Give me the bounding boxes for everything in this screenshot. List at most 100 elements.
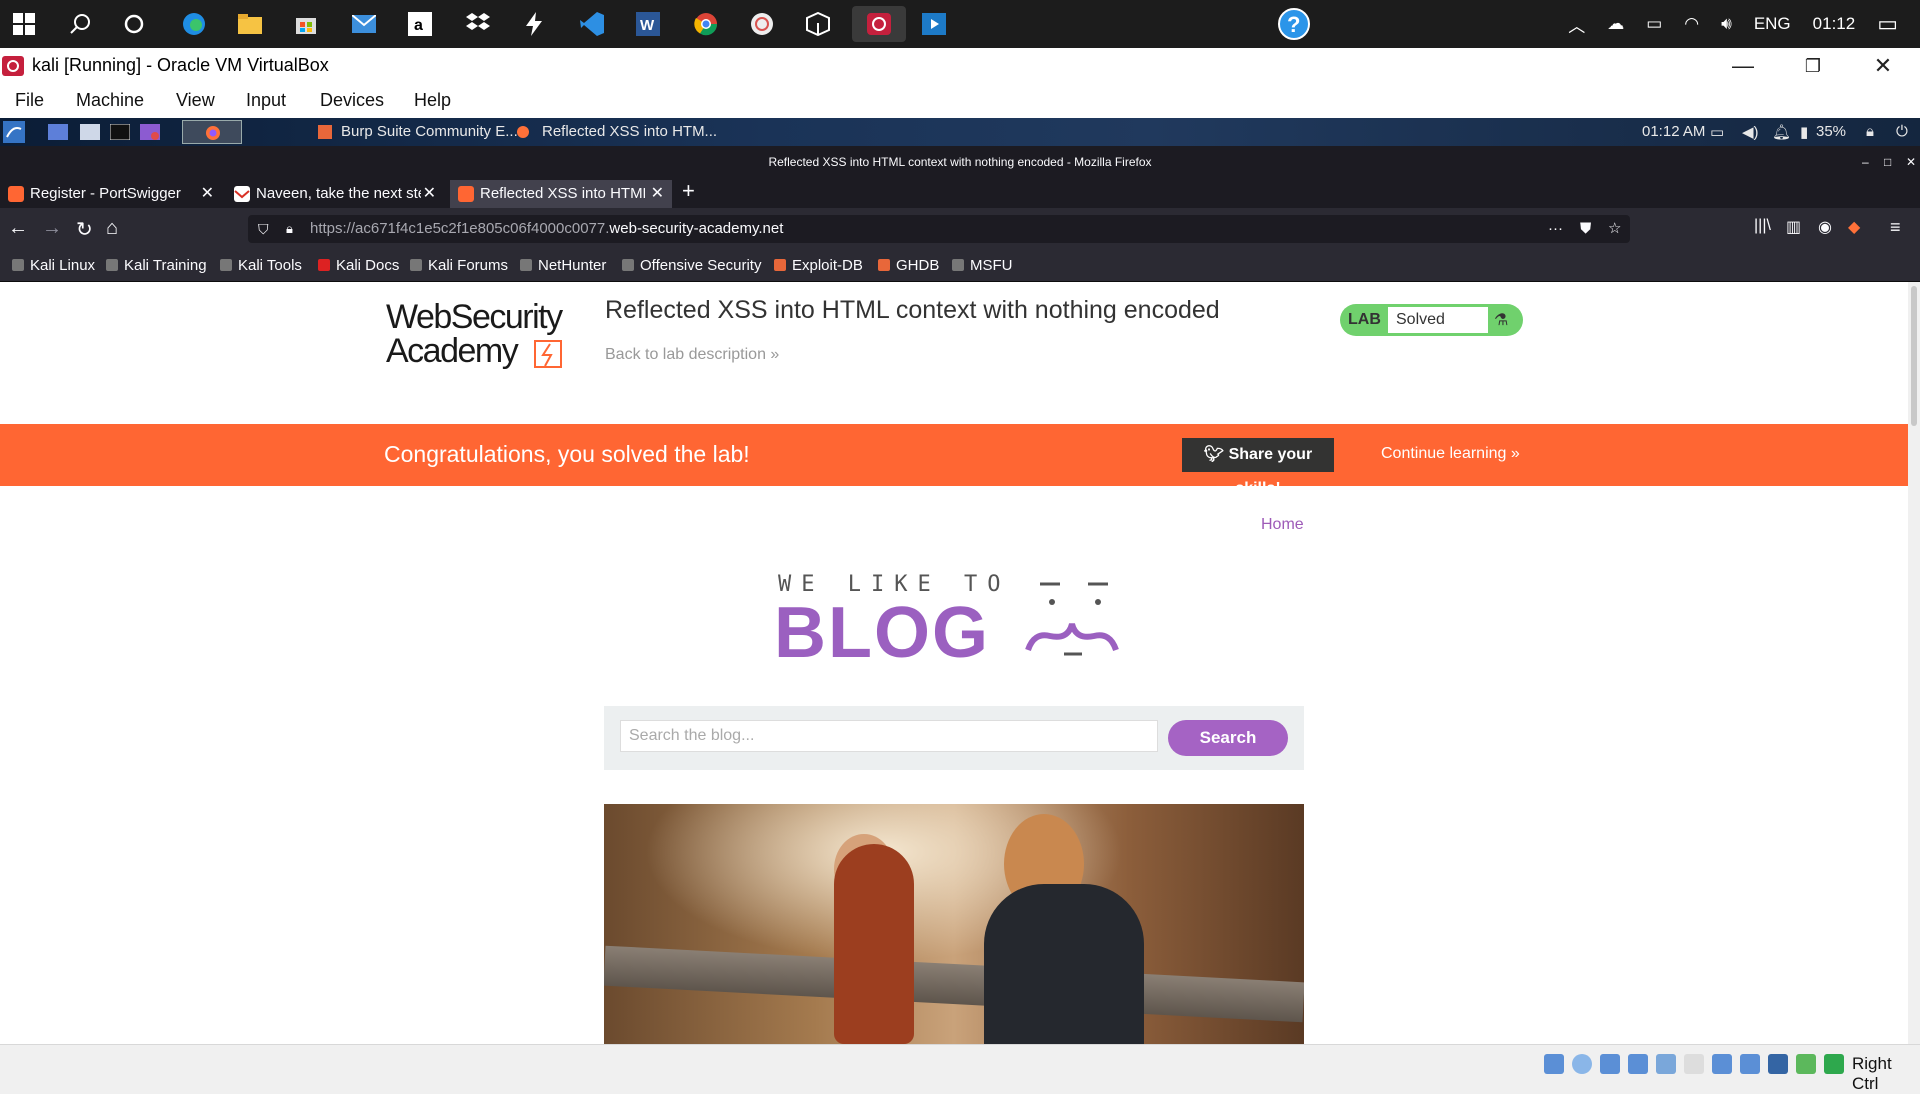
terminal-icon[interactable] bbox=[110, 124, 130, 140]
shared-folder-icon[interactable] bbox=[1684, 1054, 1704, 1074]
bookmark-kali-docs[interactable]: Kali Docs bbox=[318, 257, 399, 274]
usb-icon[interactable] bbox=[1656, 1054, 1676, 1074]
extension-icon[interactable]: ◆ bbox=[1848, 217, 1860, 237]
shield-icon[interactable]: ⛉ bbox=[258, 215, 269, 243]
chevron-up-icon[interactable]: ︿ bbox=[1568, 12, 1585, 37]
back-to-lab-description-link[interactable]: Back to lab description » bbox=[605, 346, 779, 364]
menu-input[interactable]: Input bbox=[246, 90, 286, 111]
volume-icon[interactable]: ◀) bbox=[1742, 123, 1759, 141]
bookmark-ghdb[interactable]: GHDB bbox=[878, 257, 939, 274]
share-skills-button[interactable]: 🐦︎ Share your skills! bbox=[1182, 438, 1334, 497]
home-icon[interactable]: ⌂ bbox=[106, 217, 118, 240]
url-bar[interactable]: ⛉ 🔒︎ https://ac671f4c1e5c2f1e805c06f4000… bbox=[248, 215, 1630, 243]
keyboard-icon[interactable] bbox=[1824, 1054, 1844, 1074]
menu-view[interactable]: View bbox=[176, 90, 215, 111]
windows-start-icon[interactable] bbox=[6, 6, 42, 42]
optical-drive-icon[interactable] bbox=[1572, 1054, 1592, 1074]
lock-icon[interactable]: 🔒︎ bbox=[286, 215, 293, 243]
menu-machine[interactable]: Machine bbox=[76, 90, 144, 111]
audio-icon[interactable] bbox=[1600, 1054, 1620, 1074]
cloud-icon[interactable]: ☁ bbox=[1607, 14, 1624, 34]
menu-help[interactable]: Help bbox=[414, 90, 451, 111]
screen-icon[interactable] bbox=[140, 124, 160, 140]
wifi-icon[interactable]: ◠ bbox=[1684, 14, 1699, 34]
lock-icon[interactable]: 🔒︎ bbox=[1866, 123, 1874, 140]
sidebar-icon[interactable]: ▥ bbox=[1786, 217, 1801, 237]
kali-menu-icon[interactable] bbox=[3, 121, 25, 143]
logout-icon[interactable]: ⏻ bbox=[1896, 123, 1908, 140]
ff-maximize-button[interactable]: □ bbox=[1884, 146, 1891, 178]
app-icon[interactable] bbox=[744, 6, 780, 42]
desktop-icon[interactable] bbox=[48, 124, 68, 140]
tab-reflected-xss[interactable]: Reflected XSS into HTML ✕ bbox=[450, 180, 672, 208]
media-icon[interactable] bbox=[916, 6, 952, 42]
bookmark-nethunter[interactable]: NetHunter bbox=[520, 257, 606, 274]
search-icon[interactable] bbox=[62, 6, 98, 42]
video-capture-icon[interactable] bbox=[1740, 1054, 1760, 1074]
ff-minimize-button[interactable]: – bbox=[1862, 146, 1869, 178]
pocket-icon[interactable]: ⛊ bbox=[1580, 215, 1591, 243]
bookmark-kali-linux[interactable]: Kali Linux bbox=[12, 257, 95, 274]
bookmark-kali-tools[interactable]: Kali Tools bbox=[220, 257, 302, 274]
minimize-button[interactable]: — bbox=[1720, 50, 1766, 82]
hamburger-menu-icon[interactable]: ≡ bbox=[1890, 217, 1901, 238]
mail-icon[interactable] bbox=[346, 6, 382, 42]
bookmark-kali-forums[interactable]: Kali Forums bbox=[410, 257, 508, 274]
box-icon[interactable] bbox=[800, 6, 836, 42]
word-icon[interactable]: W bbox=[630, 6, 666, 42]
panel-clock[interactable]: 01:12 AM bbox=[1642, 123, 1705, 140]
file-explorer-icon[interactable] bbox=[232, 6, 268, 42]
chrome-icon[interactable] bbox=[688, 6, 724, 42]
close-button[interactable]: ✕ bbox=[1860, 50, 1906, 82]
display-icon[interactable] bbox=[1712, 1054, 1732, 1074]
bookmark-exploit-db[interactable]: Exploit-DB bbox=[774, 257, 863, 274]
close-tab-icon[interactable]: ✕ bbox=[423, 180, 436, 208]
volume-icon[interactable]: 🔊︎ bbox=[1721, 14, 1732, 34]
web-security-academy-logo[interactable]: WebSecurity Academy bbox=[386, 300, 586, 380]
bell-icon[interactable]: 🔔︎ bbox=[1772, 123, 1791, 141]
scrollbar-thumb[interactable] bbox=[1911, 286, 1917, 426]
back-button[interactable]: ← bbox=[8, 217, 28, 240]
bookmark-msfu[interactable]: MSFU bbox=[952, 257, 1013, 274]
page-scrollbar[interactable] bbox=[1908, 282, 1920, 1044]
bookmark-offensive-security[interactable]: Offensive Security bbox=[622, 257, 761, 274]
notifications-icon[interactable]: ▭ bbox=[1877, 11, 1898, 37]
edge-icon[interactable] bbox=[176, 6, 212, 42]
close-tab-icon[interactable]: ✕ bbox=[651, 180, 664, 208]
library-icon[interactable]: |||\ bbox=[1754, 217, 1771, 235]
menu-file[interactable]: File bbox=[15, 90, 44, 111]
battery-icon[interactable]: ▭ bbox=[1646, 14, 1662, 34]
amazon-icon[interactable]: a bbox=[402, 6, 438, 42]
bookmark-kali-training[interactable]: Kali Training bbox=[106, 257, 207, 274]
tab-register[interactable]: Register - PortSwigger ✕ bbox=[0, 180, 222, 208]
maximize-button[interactable]: ❐ bbox=[1790, 50, 1836, 82]
store-icon[interactable] bbox=[288, 6, 324, 42]
new-tab-button[interactable]: + bbox=[682, 178, 695, 204]
vscode-icon[interactable] bbox=[574, 6, 610, 42]
account-icon[interactable]: ◉ bbox=[1818, 217, 1832, 237]
task-firefox[interactable]: Reflected XSS into HTM... bbox=[542, 123, 717, 140]
virtualization-icon[interactable] bbox=[1768, 1054, 1788, 1074]
virtualbox-icon[interactable] bbox=[852, 6, 906, 42]
continue-learning-link[interactable]: Continue learning » bbox=[1381, 445, 1520, 463]
blog-post-image[interactable] bbox=[604, 804, 1304, 1044]
ff-close-button[interactable]: ✕ bbox=[1906, 146, 1916, 178]
search-input[interactable] bbox=[620, 720, 1158, 752]
task-burp[interactable]: Burp Suite Community E... bbox=[341, 123, 518, 140]
folder-icon[interactable] bbox=[80, 124, 100, 140]
taskbar-clock[interactable]: 01:12 bbox=[1813, 14, 1856, 34]
bookmark-star-icon[interactable]: ☆ bbox=[1608, 215, 1621, 243]
battery-icon[interactable]: ▮ bbox=[1800, 123, 1808, 141]
reload-button[interactable]: ↻ bbox=[76, 217, 93, 242]
dropbox-icon[interactable] bbox=[460, 6, 496, 42]
mouse-integration-icon[interactable] bbox=[1796, 1054, 1816, 1074]
firefox-launcher[interactable] bbox=[182, 120, 242, 144]
forward-button[interactable]: → bbox=[42, 217, 62, 240]
language-indicator[interactable]: ENG bbox=[1754, 14, 1791, 34]
menu-devices[interactable]: Devices bbox=[320, 90, 384, 111]
display-icon[interactable]: ▭ bbox=[1710, 123, 1724, 141]
bolt-icon[interactable] bbox=[516, 6, 552, 42]
cortana-icon[interactable] bbox=[116, 6, 152, 42]
hard-disk-icon[interactable] bbox=[1544, 1054, 1564, 1074]
close-tab-icon[interactable]: ✕ bbox=[201, 180, 214, 208]
